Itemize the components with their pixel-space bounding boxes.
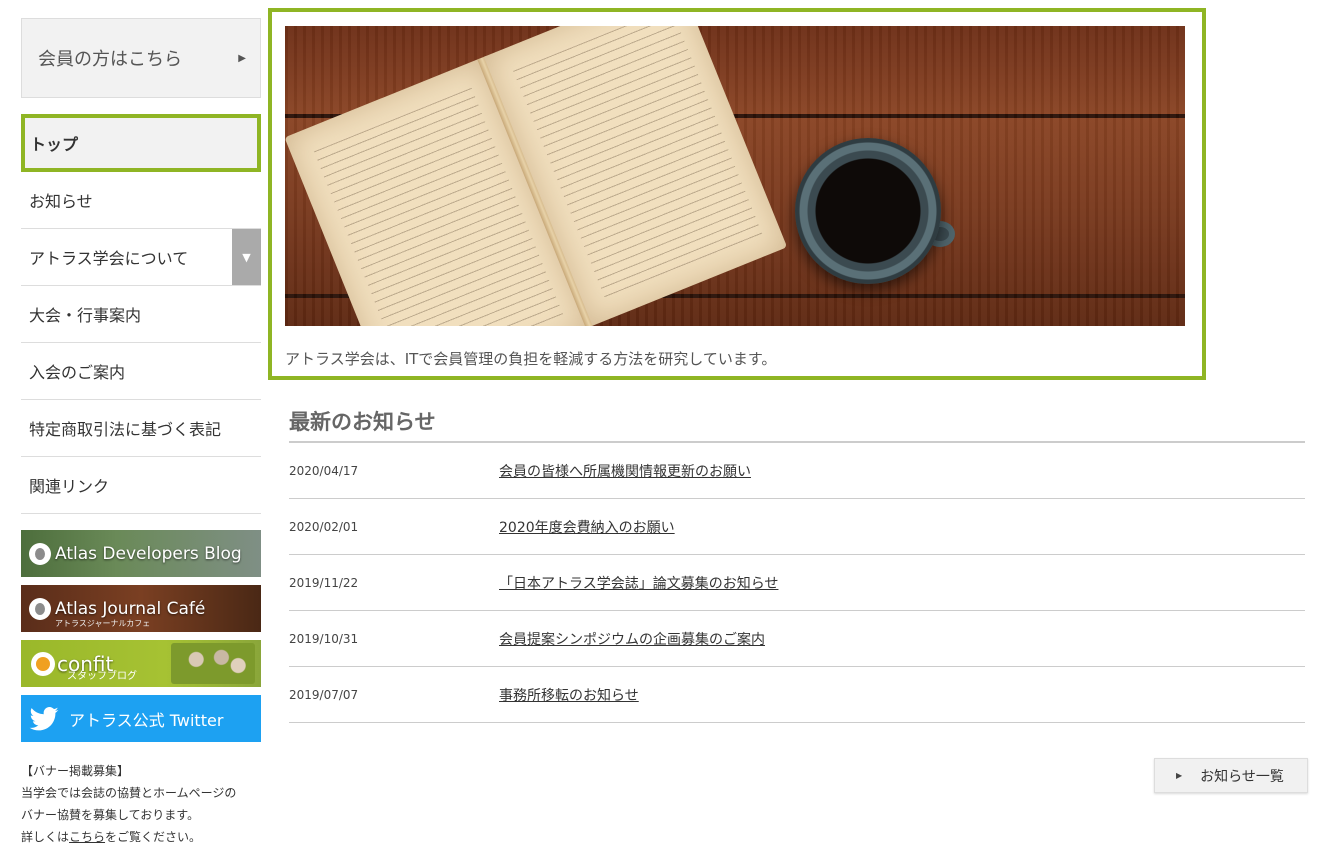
atlas-logo-icon <box>29 542 51 565</box>
nav-item-about[interactable]: アトラス学会について ▼ <box>21 229 261 286</box>
news-item: 2020/04/17 会員の皆様へ所属機関情報更新のお願い <box>289 443 1305 499</box>
banner-title: アトラス公式 Twitter <box>69 710 224 730</box>
news-date: 2020/04/17 <box>289 463 359 478</box>
news-item: 2019/11/22 「日本アトラス学会誌」論文募集のお知らせ <box>289 555 1305 611</box>
banner-recruit-text: 【バナー掲載募集】 当学会では会誌の協賛とホームページの バナー協賛を募集してお… <box>21 760 271 848</box>
news-link[interactable]: 会員提案シンポジウムの企画募集のご案内 <box>499 629 765 649</box>
nav-item-events[interactable]: 大会・行事案内 <box>21 286 261 343</box>
news-list-button-label: お知らせ一覧 <box>1200 768 1284 785</box>
ad-text-post: をご覧ください。 <box>105 830 202 844</box>
news-section-title: 最新のお知らせ <box>289 400 1305 443</box>
nav-item-label: 大会・行事案内 <box>29 306 142 325</box>
nav-item-label: トップ <box>30 135 79 154</box>
banner-subtitle: スタッフブログ <box>67 671 137 682</box>
hero-caption: アトラス学会は、ITで会員管理の負担を軽減する方法を研究しています。 <box>285 350 777 368</box>
atlas-logo-icon <box>29 597 51 620</box>
member-login-box[interactable]: 会員の方はこちら ▶ <box>21 18 261 98</box>
news-item: 2019/07/07 事務所移転のお知らせ <box>289 667 1305 723</box>
banner-subtitle: アトラスジャーナルカフェ <box>55 619 151 628</box>
triangle-right-icon: ▶ <box>1176 771 1183 780</box>
chevron-right-icon: ▶ <box>238 52 246 64</box>
ad-line: バナー協賛を募集しております。 <box>21 808 200 822</box>
nav-item-links[interactable]: 関連リンク <box>21 457 261 514</box>
nav-item-label: 入会のご案内 <box>29 363 126 382</box>
twitter-bird-icon <box>29 706 59 730</box>
news-list-button[interactable]: ▶ お知らせ一覧 <box>1154 758 1308 793</box>
banner-title: Atlas Journal Café <box>55 598 206 619</box>
submenu-toggle-button[interactable]: ▼ <box>232 229 261 285</box>
news-item: 2019/10/31 会員提案シンポジウムの企画募集のご案内 <box>289 611 1305 667</box>
news-link[interactable]: 会員の皆様へ所属機関情報更新のお願い <box>499 461 751 481</box>
nav-item-label: お知らせ <box>29 192 93 211</box>
banner-title: Atlas Developers Blog <box>55 543 242 564</box>
news-link[interactable]: 事務所移転のお知らせ <box>499 685 639 705</box>
nav-item-label: 関連リンク <box>29 477 110 496</box>
news-item: 2020/02/01 2020年度会費納入のお願い <box>289 499 1305 555</box>
member-login-label: 会員の方はこちら <box>38 49 182 70</box>
banner-twitter[interactable]: アトラス公式 Twitter <box>21 695 261 742</box>
staff-photo <box>171 643 255 684</box>
nav-item-label: 特定商取引法に基づく表記 <box>29 420 222 439</box>
news-list: 2020/04/17 会員の皆様へ所属機関情報更新のお願い 2020/02/01… <box>289 443 1305 723</box>
ad-heading: 【バナー掲載募集】 <box>21 764 130 778</box>
details-link[interactable]: こちら <box>69 830 105 844</box>
banner-confit-blog[interactable]: confit スタッフブログ <box>21 640 261 687</box>
sidebar-nav: トップ お知らせ アトラス学会について ▼ 大会・行事案内 入会のご案内 特定商… <box>21 114 261 514</box>
nav-item-top[interactable]: トップ <box>21 114 261 172</box>
hero-image <box>285 26 1185 326</box>
hero-panel: アトラス学会は、ITで会員管理の負担を軽減する方法を研究しています。 <box>268 8 1206 380</box>
nav-item-join[interactable]: 入会のご案内 <box>21 343 261 400</box>
news-date: 2019/11/22 <box>289 575 359 590</box>
news-link[interactable]: 2020年度会費納入のお願い <box>499 517 675 537</box>
coffee-cup-illustration <box>795 138 941 284</box>
news-link[interactable]: 「日本アトラス学会誌」論文募集のお知らせ <box>499 573 778 593</box>
news-date: 2019/07/07 <box>289 687 359 702</box>
confit-logo-icon <box>31 651 55 676</box>
ad-text-pre: 詳しくは <box>21 830 70 844</box>
banner-journal-cafe[interactable]: Atlas Journal Café アトラスジャーナルカフェ <box>21 585 261 632</box>
ad-line: 当学会では会誌の協賛とホームページの <box>21 786 237 800</box>
nav-item-label: アトラス学会について <box>29 249 189 268</box>
banner-developers-blog[interactable]: Atlas Developers Blog <box>21 530 261 577</box>
ad-line: 詳しくはこちらをご覧ください。 <box>21 826 271 848</box>
news-date: 2019/10/31 <box>289 631 359 646</box>
chevron-down-icon: ▼ <box>242 250 251 264</box>
nav-item-legal[interactable]: 特定商取引法に基づく表記 <box>21 400 261 457</box>
news-date: 2020/02/01 <box>289 519 359 534</box>
nav-item-news[interactable]: お知らせ <box>21 172 261 229</box>
